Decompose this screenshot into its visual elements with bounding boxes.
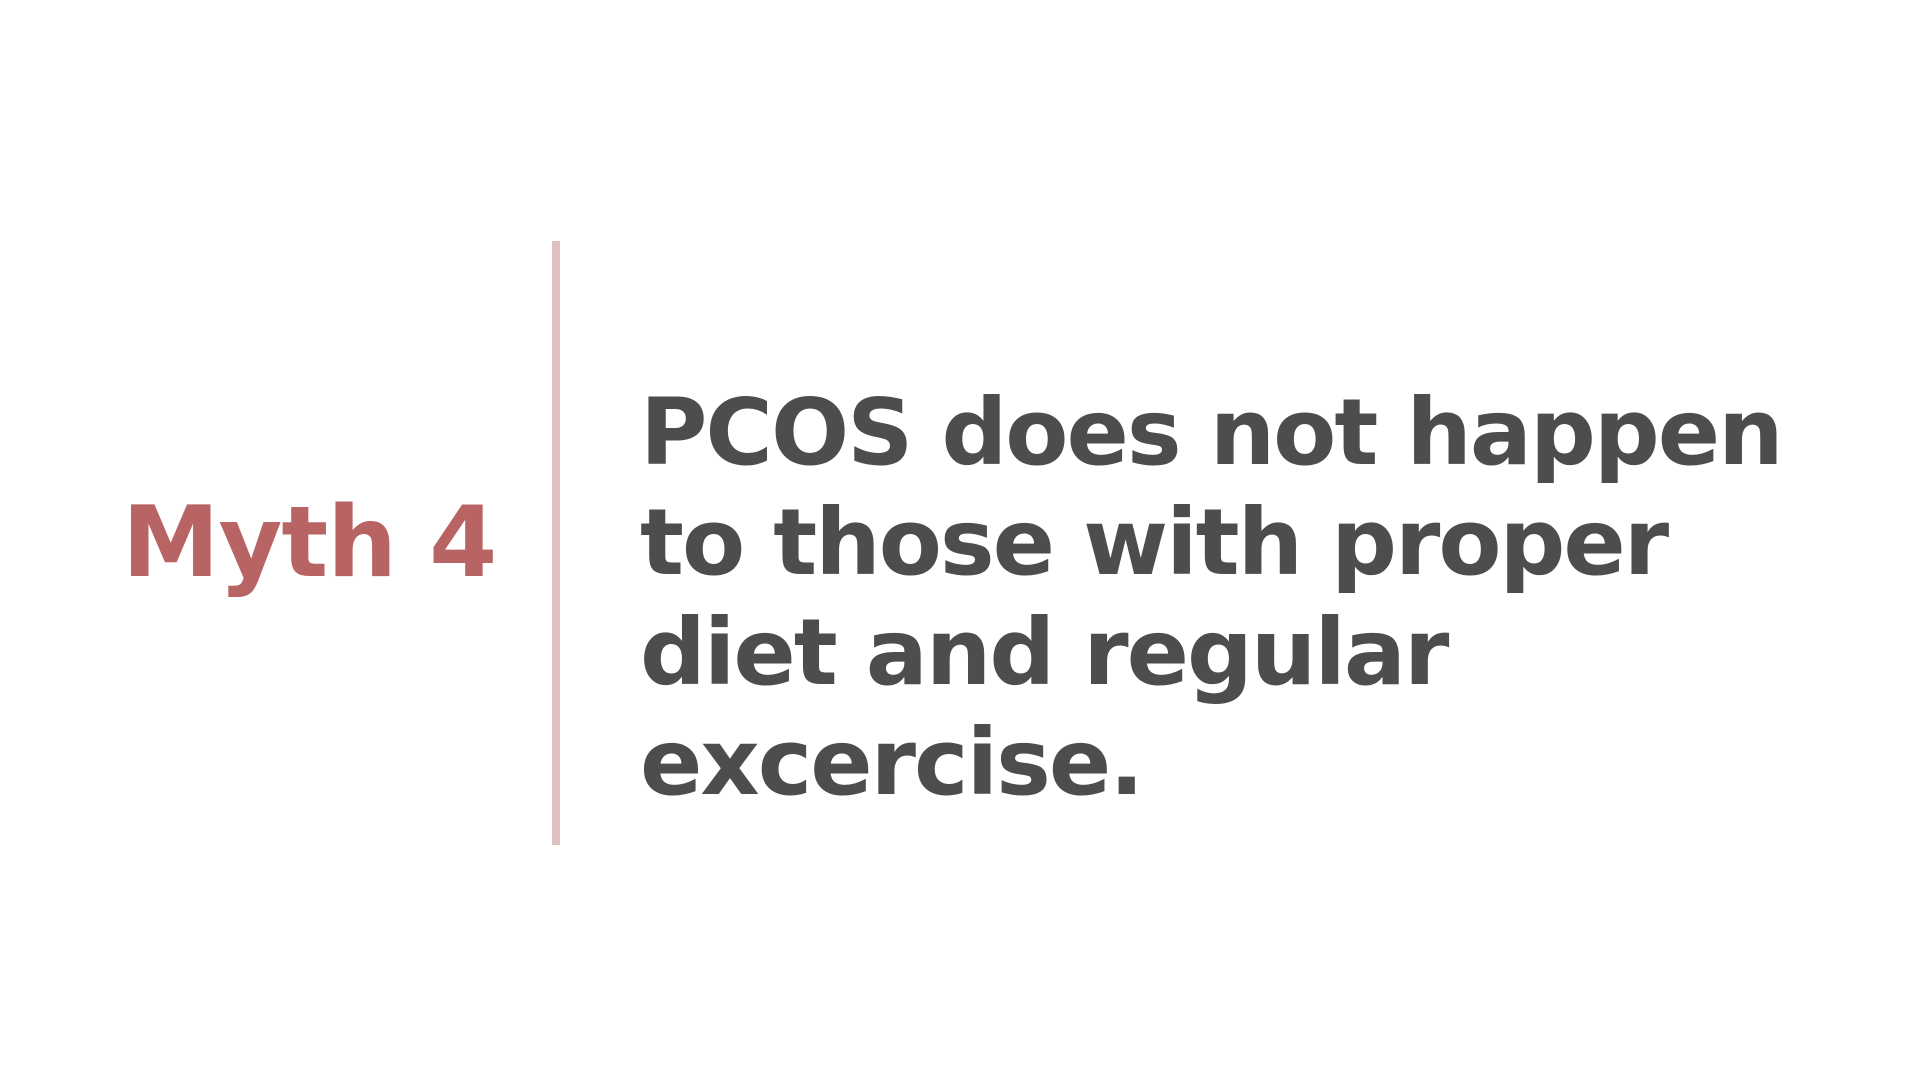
myth-statement: PCOS does not happen to those with prope… — [640, 379, 1784, 816]
slide: Myth 4 PCOS does not happen to those wit… — [0, 0, 1920, 1080]
myth-label: Myth 4 — [122, 486, 497, 600]
divider-line — [552, 241, 560, 845]
